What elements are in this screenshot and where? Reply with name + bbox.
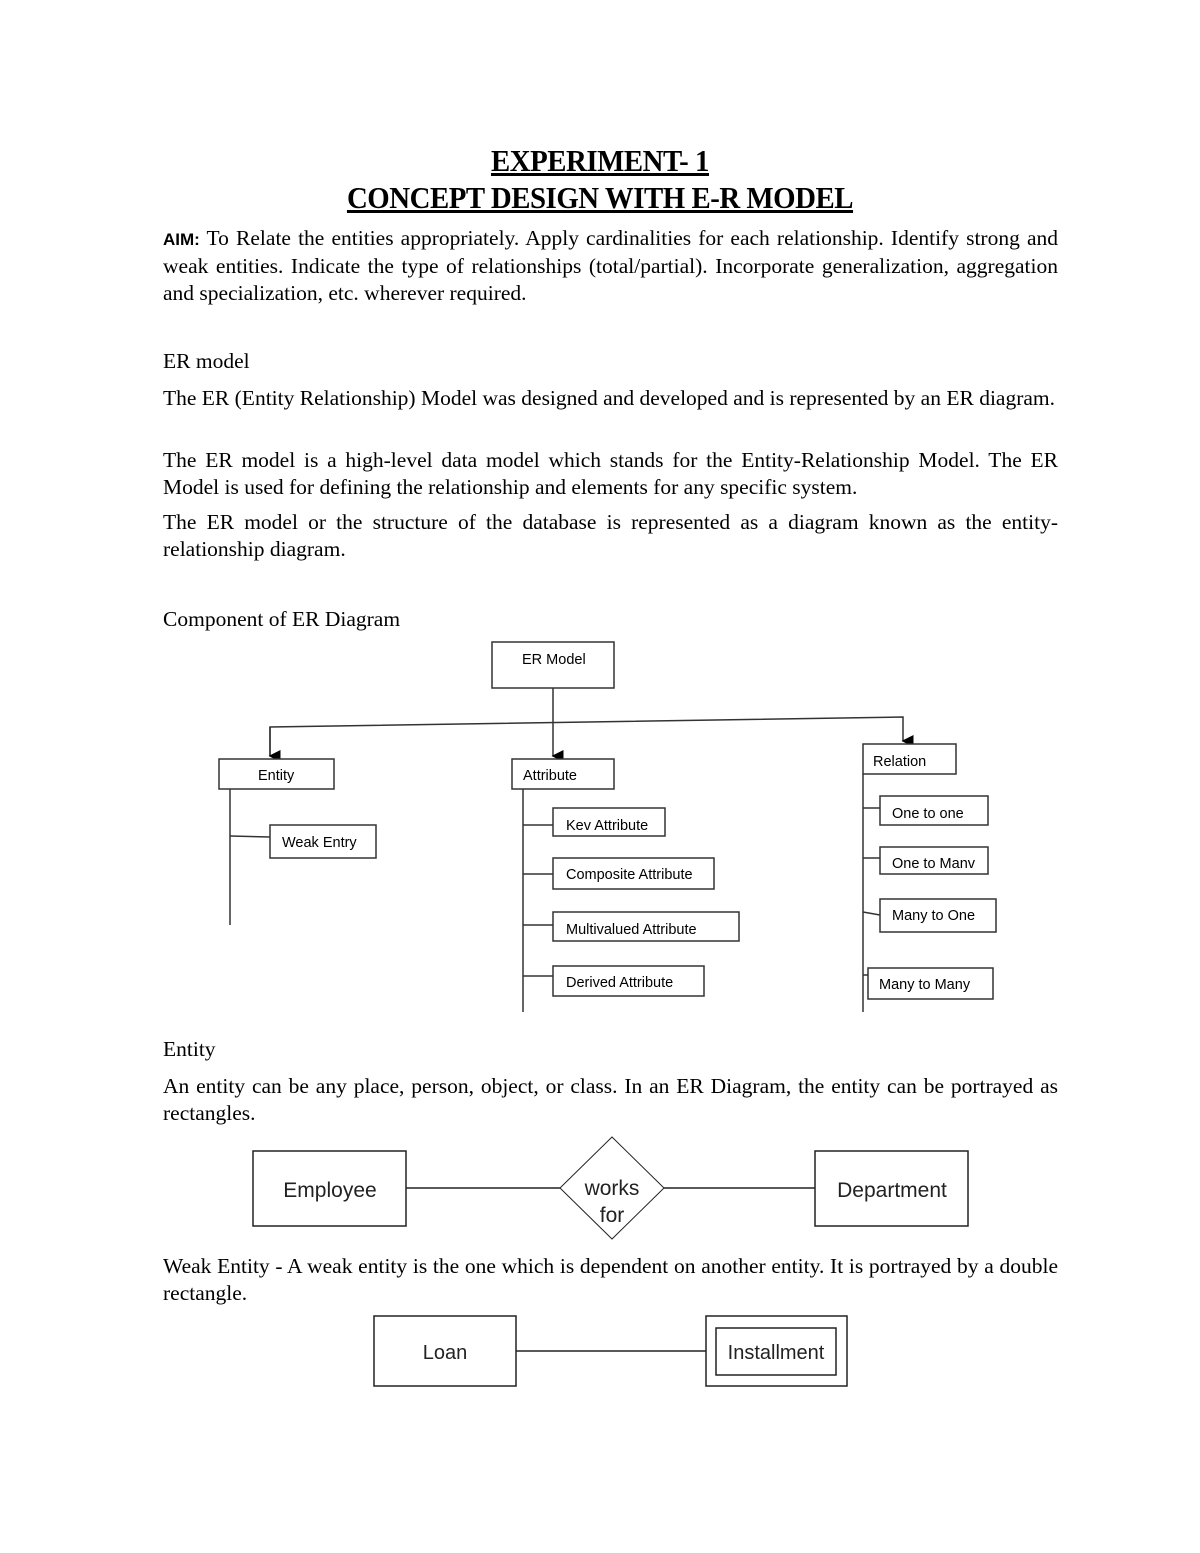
department-entity: Department — [814, 1150, 969, 1227]
svg-text:Multivalued Attribute: Multivalued Attribute — [566, 922, 697, 938]
employee-entity: Employee — [252, 1150, 407, 1227]
entity-example-diagram: Employee works for Department — [252, 1136, 969, 1240]
er-component-diagram: ER Model Entity Weak Entry Attribute Kev… — [218, 641, 997, 1387]
loan-entity: Loan — [373, 1315, 517, 1387]
svg-text:One to one: One to one — [892, 806, 964, 822]
svg-text:Many to Many: Many to Many — [879, 977, 971, 993]
installment-weak-entity: Installment — [705, 1315, 848, 1387]
svg-text:Employee: Employee — [283, 1179, 376, 1202]
entity-heading: Entity — [163, 1037, 216, 1061]
attribute-node: Attribute — [511, 758, 615, 790]
svg-text:works: works — [584, 1177, 640, 1200]
svg-text:Department: Department — [837, 1179, 947, 1202]
entity-paragraph: An entity can be any place, person, obje… — [163, 1074, 1058, 1125]
relation-node: Relation — [862, 743, 957, 775]
svg-text:ER Model: ER Model — [522, 652, 586, 668]
entity-node: Entity — [218, 758, 335, 790]
multivalued-attribute-node: Multivalued Attribute — [552, 911, 740, 942]
svg-text:Derived Attribute: Derived Attribute — [566, 975, 673, 991]
svg-text:for: for — [600, 1204, 625, 1227]
svg-text:Relation: Relation — [873, 754, 926, 770]
svg-text:Many to One: Many to One — [892, 908, 975, 924]
many-to-one-node: Many to One — [879, 898, 997, 933]
many-to-many-node: Many to Many — [867, 967, 994, 1000]
svg-text:Installment: Installment — [728, 1342, 825, 1364]
svg-text:Kev Attribute: Kev Attribute — [566, 818, 648, 834]
svg-text:Composite Attribute: Composite Attribute — [566, 867, 693, 883]
one-to-many-node: One to Manv — [879, 846, 989, 875]
svg-text:Entity: Entity — [258, 768, 295, 784]
svg-text:One to Manv: One to Manv — [892, 856, 976, 872]
weak-entry-node: Weak Entry — [269, 824, 377, 859]
svg-text:Loan: Loan — [423, 1342, 468, 1364]
svg-text:Attribute: Attribute — [523, 768, 577, 784]
weak-entity-example-diagram: Loan Installment — [373, 1315, 848, 1387]
key-attribute-node: Kev Attribute — [552, 807, 666, 837]
svg-text:Weak Entry: Weak Entry — [282, 835, 357, 851]
derived-attribute-node: Derived Attribute — [552, 965, 705, 997]
composite-attribute-node: Composite Attribute — [552, 857, 715, 890]
one-to-one-node: One to one — [879, 795, 989, 826]
er-model-node: ER Model — [491, 641, 615, 689]
works-for-relationship: works for — [559, 1136, 665, 1240]
weak-entity-paragraph: Weak Entity - A weak entity is the one w… — [163, 1254, 1058, 1305]
